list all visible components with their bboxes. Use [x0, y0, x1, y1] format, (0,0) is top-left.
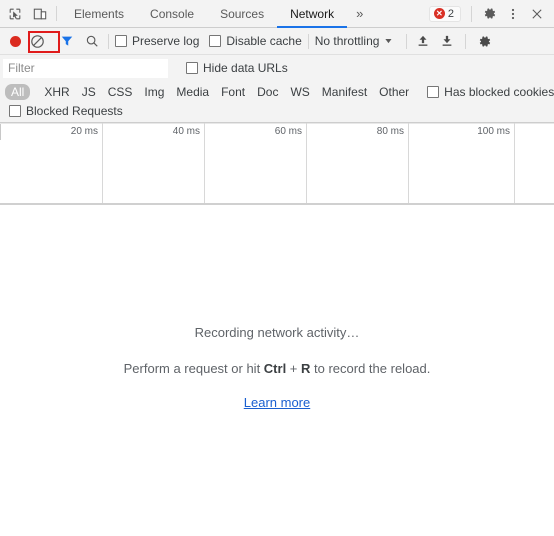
type-filter-img[interactable]: Img: [138, 84, 170, 100]
type-filter-js[interactable]: JS: [76, 84, 102, 100]
devtools-tabbar: Elements Console Sources Network » ✕ 2: [0, 0, 554, 28]
tabbar-left-icons: [0, 0, 53, 27]
overview-divider: [102, 123, 103, 203]
tabbar-divider: [56, 6, 57, 21]
device-toolbar-icon[interactable]: [31, 5, 49, 23]
tab-network[interactable]: Network: [277, 0, 348, 28]
checkbox-box: [209, 35, 222, 47]
has-blocked-cookies-checkbox[interactable]: Has blocked cookies: [427, 85, 554, 99]
shortcut-plus: +: [286, 361, 302, 376]
overview-divider: [306, 123, 307, 203]
has-blocked-cookies-label: Has blocked cookies: [444, 84, 554, 99]
search-icon[interactable]: [82, 31, 102, 51]
overview-tick-label: 60 ms: [274, 126, 302, 137]
network-empty-state: Recording network activity… Perform a re…: [0, 205, 554, 536]
throttling-value: No throttling: [314, 34, 380, 48]
download-arrow-icon[interactable]: [437, 31, 457, 51]
type-filter-manifest[interactable]: Manifest: [316, 84, 373, 100]
error-circle-icon: ✕: [433, 8, 445, 19]
devtools-window: Elements Console Sources Network » ✕ 2 P…: [0, 0, 554, 536]
resource-type-filter-row: All XHR JS CSS Img Media Font Doc WS Man…: [0, 81, 554, 102]
clear-button[interactable]: [27, 31, 47, 51]
tab-console[interactable]: Console: [137, 0, 207, 27]
type-filter-doc[interactable]: Doc: [251, 84, 284, 100]
toolbar-divider-2: [307, 33, 309, 49]
empty-state-hint: Perform a request or hit Ctrl + R to rec…: [124, 361, 431, 376]
kebab-menu-icon[interactable]: [502, 3, 524, 25]
upload-arrow-icon[interactable]: [413, 31, 433, 51]
type-filter-font[interactable]: Font: [215, 84, 251, 100]
record-button[interactable]: [7, 33, 23, 49]
type-filter-css[interactable]: CSS: [102, 84, 139, 100]
empty-state-title: Recording network activity…: [194, 325, 360, 340]
funnel-filter-icon[interactable]: [57, 31, 77, 51]
empty-hint-prefix: Perform a request or hit: [123, 361, 264, 376]
toolbar-divider-3: [406, 33, 408, 49]
overview-divider: [514, 123, 515, 203]
chevron-down-icon: ▼: [383, 37, 395, 45]
toolbar-divider-1: [108, 33, 109, 49]
type-filter-ws[interactable]: WS: [284, 84, 315, 100]
overview-tick-label: 20 ms: [70, 126, 98, 137]
checkbox-box: [186, 62, 198, 74]
overview-top-rule: [0, 123, 554, 124]
tab-sources[interactable]: Sources: [207, 0, 277, 27]
record-circle-icon: [9, 35, 21, 47]
blocked-requests-label: Blocked Requests: [26, 104, 123, 118]
filter-input[interactable]: [3, 58, 168, 78]
shortcut-key-ctrl: Ctrl: [263, 361, 287, 376]
toolbar-divider-4: [465, 33, 467, 49]
gear-icon[interactable]: [478, 3, 500, 25]
panel-tabs: Elements Console Sources Network »: [61, 0, 429, 28]
overview-divider: [204, 123, 205, 203]
inspect-cursor-icon[interactable]: [6, 5, 24, 23]
disable-cache-checkbox[interactable]: Disable cache: [209, 34, 302, 48]
tab-elements[interactable]: Elements: [61, 0, 137, 27]
error-count-label: 2: [447, 7, 454, 20]
network-settings-gear-icon[interactable]: [474, 31, 494, 51]
overview-divider: [408, 123, 409, 203]
more-tabs-chevron-icon[interactable]: »: [347, 0, 372, 27]
type-filter-other[interactable]: Other: [373, 84, 415, 100]
disable-cache-label: Disable cache: [226, 34, 302, 48]
type-filter-media[interactable]: Media: [170, 84, 215, 100]
empty-hint-suffix: to record the reload.: [310, 361, 431, 376]
throttling-dropdown[interactable]: No throttling ▼: [314, 34, 395, 48]
close-icon[interactable]: [526, 3, 548, 25]
checkbox-box: [9, 105, 21, 117]
network-overview-timeline[interactable]: 20 ms 40 ms 60 ms 80 ms 100 ms: [0, 123, 554, 205]
overview-tick-label: 80 ms: [376, 126, 404, 137]
error-count-badge[interactable]: ✕ 2: [428, 5, 461, 22]
checkbox-box: [115, 35, 127, 47]
network-toolbar: Preserve log Disable cache No throttling…: [0, 28, 554, 55]
learn-more-link[interactable]: Learn more: [244, 395, 310, 410]
preserve-log-label: Preserve log: [132, 34, 200, 48]
shortcut-key-r: R: [301, 361, 311, 376]
tabbar-right-icons: ✕ 2: [428, 0, 554, 27]
type-filter-xhr[interactable]: XHR: [38, 84, 75, 100]
blocked-requests-row: Blocked Requests: [0, 102, 554, 123]
tabbar-right-divider: [471, 5, 472, 22]
blocked-requests-checkbox[interactable]: Blocked Requests: [9, 104, 123, 118]
overview-left-edge: [0, 124, 1, 140]
overview-tick-label: 100 ms: [477, 126, 510, 137]
hide-data-urls-checkbox[interactable]: Hide data URLs: [186, 61, 288, 75]
hide-data-urls-label: Hide data URLs: [203, 61, 288, 75]
checkbox-box: [427, 85, 440, 98]
preserve-log-checkbox[interactable]: Preserve log: [115, 34, 199, 48]
overview-tick-label: 40 ms: [172, 126, 200, 137]
filter-row: Hide data URLs: [0, 55, 554, 81]
type-filter-all[interactable]: All: [5, 83, 31, 100]
